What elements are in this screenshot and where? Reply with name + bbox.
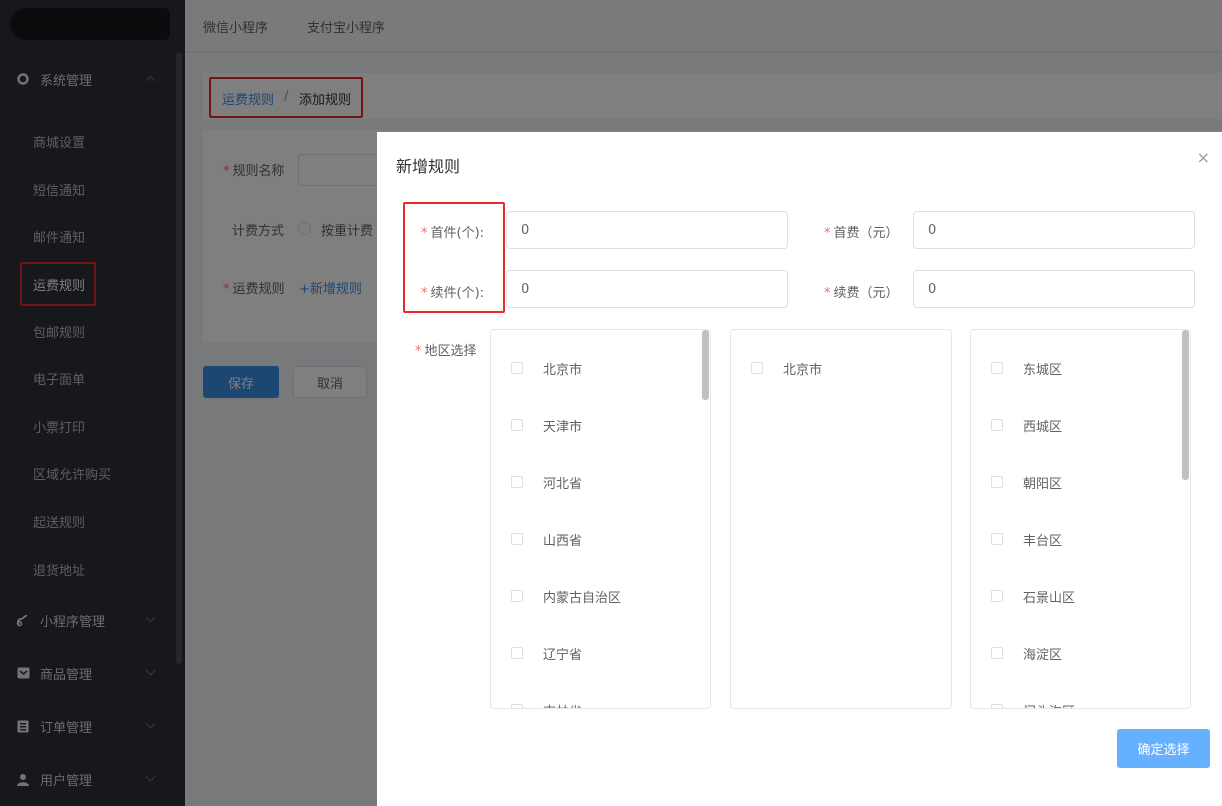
- checkbox[interactable]: [991, 647, 1003, 659]
- checkbox[interactable]: [991, 362, 1003, 374]
- checkbox[interactable]: [991, 533, 1003, 545]
- first-fee-label: * 首费（元）: [824, 226, 899, 241]
- confirm-selection-button[interactable]: 确定选择: [1117, 729, 1210, 768]
- additional-fee-input[interactable]: 0: [913, 270, 1195, 308]
- list-item[interactable]: 北京市: [751, 358, 822, 378]
- checkbox[interactable]: [511, 704, 523, 708]
- list-item[interactable]: 河北省: [511, 472, 582, 492]
- list-item[interactable]: 天津市: [511, 415, 582, 435]
- list-item[interactable]: 内蒙古自治区: [511, 586, 621, 606]
- province-scrollbar[interactable]: [702, 330, 709, 400]
- checkbox[interactable]: [991, 590, 1003, 602]
- checkbox[interactable]: [991, 419, 1003, 431]
- list-item[interactable]: 门头沟区: [991, 700, 1075, 708]
- add-rule-dialog: 新增规则 × * 首件(个): 0 * 首费（元） 0 * 续件(个): 0 * 续费（…: [377, 132, 1222, 806]
- list-item[interactable]: 朝阳区: [991, 472, 1062, 492]
- checkbox[interactable]: [751, 362, 763, 374]
- list-item[interactable]: 北京市: [511, 358, 582, 378]
- checkbox[interactable]: [511, 590, 523, 602]
- list-item[interactable]: 吉林省: [511, 700, 582, 708]
- additional-unit-input[interactable]: 0: [506, 270, 788, 308]
- checkbox[interactable]: [511, 476, 523, 488]
- list-item[interactable]: 山西省: [511, 529, 582, 549]
- list-item[interactable]: 东城区: [991, 358, 1062, 378]
- list-item[interactable]: 海淀区: [991, 643, 1062, 663]
- list-item[interactable]: 石景山区: [991, 586, 1075, 606]
- checkbox[interactable]: [991, 476, 1003, 488]
- close-icon[interactable]: ×: [1197, 148, 1210, 167]
- checkbox[interactable]: [511, 419, 523, 431]
- list-item[interactable]: 丰台区: [991, 529, 1062, 549]
- district-scrollbar[interactable]: [1182, 330, 1189, 480]
- first-fee-input[interactable]: 0: [913, 211, 1195, 249]
- checkbox[interactable]: [991, 704, 1003, 708]
- first-unit-label: * 首件(个):: [421, 226, 485, 241]
- checkbox[interactable]: [511, 533, 523, 545]
- city-list[interactable]: 北京市: [730, 329, 952, 709]
- additional-fee-label: * 续费（元）: [824, 286, 899, 301]
- additional-unit-label: * 续件(个):: [421, 286, 485, 301]
- first-unit-input[interactable]: 0: [506, 211, 788, 249]
- checkbox[interactable]: [511, 647, 523, 659]
- list-item[interactable]: 辽宁省: [511, 643, 582, 663]
- province-list[interactable]: 北京市 天津市 河北省 山西省 内蒙古自治区 辽宁省 吉林省: [490, 329, 711, 709]
- dialog-title: 新增规则: [396, 157, 461, 176]
- district-list[interactable]: 东城区 西城区 朝阳区 丰台区 石景山区 海淀区 门头沟区: [970, 329, 1191, 709]
- list-item[interactable]: 西城区: [991, 415, 1062, 435]
- region-label: * 地区选择: [415, 344, 477, 359]
- checkbox[interactable]: [511, 362, 523, 374]
